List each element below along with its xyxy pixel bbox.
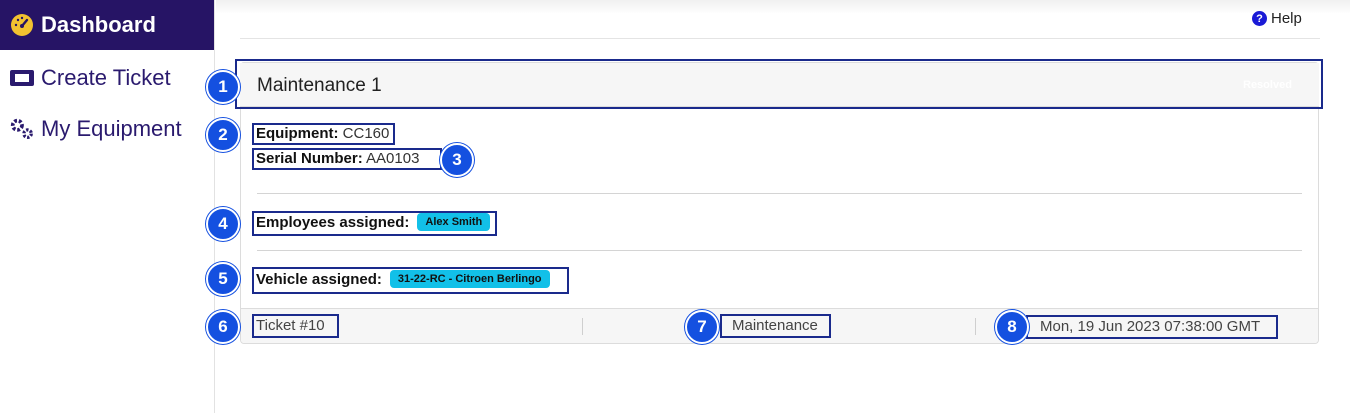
annotation-box bbox=[720, 314, 831, 338]
sidebar-item-my-equipment[interactable]: My Equipment bbox=[0, 104, 214, 154]
annotation-marker: 6 bbox=[206, 310, 240, 344]
sidebar-item-label: Dashboard bbox=[41, 12, 156, 37]
speedometer-icon bbox=[9, 12, 35, 38]
annotation-box bbox=[252, 148, 442, 170]
annotation-marker: 1 bbox=[206, 70, 240, 104]
app-root: Dashboard Create Ticket My Equipment ? H… bbox=[0, 0, 1350, 413]
annotation-box bbox=[252, 123, 395, 145]
annotation-box bbox=[252, 267, 569, 294]
annotation-marker: 8 bbox=[995, 310, 1029, 344]
annotation-box bbox=[235, 59, 1323, 109]
annotation-marker: 4 bbox=[206, 207, 240, 241]
sidebar-item-label: Create Ticket bbox=[41, 65, 171, 90]
annotation-marker: 7 bbox=[685, 310, 719, 344]
annotation-marker: 3 bbox=[440, 143, 474, 177]
section-divider bbox=[257, 250, 1302, 251]
section-divider bbox=[257, 193, 1302, 194]
sidebar-item-dashboard[interactable]: Dashboard bbox=[0, 0, 214, 50]
footer-separator bbox=[975, 318, 976, 335]
help-label: Help bbox=[1271, 10, 1302, 27]
top-bar bbox=[216, 0, 1350, 14]
annotation-marker: 2 bbox=[206, 118, 240, 152]
gears-icon bbox=[9, 116, 35, 142]
sidebar-item-create-ticket[interactable]: Create Ticket bbox=[0, 53, 214, 103]
annotation-marker: 5 bbox=[206, 262, 240, 296]
sidebar: Dashboard Create Ticket My Equipment bbox=[0, 0, 215, 413]
ticket-icon bbox=[9, 65, 35, 91]
help-link[interactable]: ? Help bbox=[1252, 10, 1302, 27]
footer-separator bbox=[582, 318, 583, 335]
annotation-box bbox=[1026, 315, 1278, 339]
header-divider bbox=[240, 38, 1320, 39]
sidebar-item-label: My Equipment bbox=[41, 116, 182, 141]
annotation-box bbox=[252, 211, 497, 236]
question-circle-icon: ? bbox=[1252, 11, 1267, 26]
annotation-box bbox=[252, 314, 339, 338]
